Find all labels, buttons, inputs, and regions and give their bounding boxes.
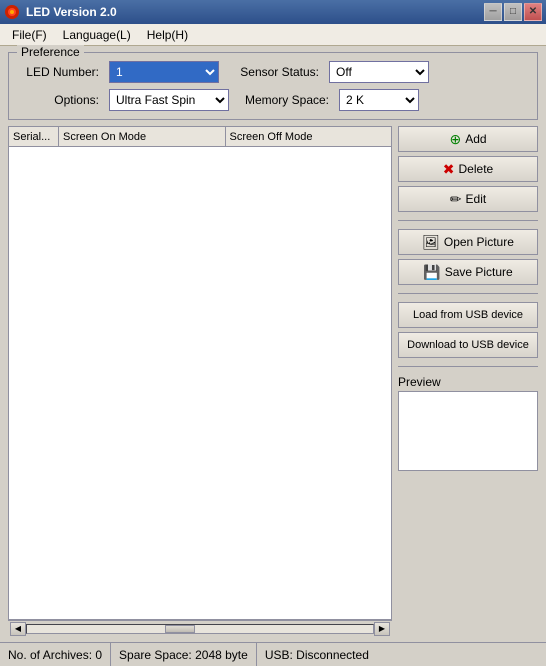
button-panel: ⊕ Add ✖ Delete ✏ Edit 🖼 Open Picture 💾 S… bbox=[398, 126, 538, 636]
scroll-left-btn[interactable]: ◀ bbox=[10, 622, 26, 636]
col-screen-on-header: Screen On Mode bbox=[59, 127, 226, 146]
main-content: Preference LED Number: 1 2 3 Sensor Stat… bbox=[0, 46, 546, 642]
preview-label: Preview bbox=[398, 375, 538, 389]
memory-space-label: Memory Space: bbox=[239, 93, 329, 107]
title-text: LED Version 2.0 bbox=[26, 5, 117, 19]
edit-button[interactable]: ✏ Edit bbox=[398, 186, 538, 212]
separator-2 bbox=[398, 293, 538, 294]
open-picture-icon: 🖼 bbox=[422, 234, 440, 251]
list-panel-wrapper: Serial... Screen On Mode Screen Off Mode… bbox=[8, 126, 392, 636]
menu-file[interactable]: File(F) bbox=[4, 26, 55, 44]
edit-icon: ✏ bbox=[450, 191, 462, 208]
pref-row-1: LED Number: 1 2 3 Sensor Status: Off On bbox=[19, 61, 527, 83]
preference-label: Preference bbox=[17, 45, 84, 59]
add-button[interactable]: ⊕ Add bbox=[398, 126, 538, 152]
led-number-label: LED Number: bbox=[19, 65, 99, 79]
memory-space-select[interactable]: 2 K 4 K 8 K bbox=[339, 89, 419, 111]
title-controls: ─ □ ✕ bbox=[484, 3, 542, 21]
delete-button[interactable]: ✖ Delete bbox=[398, 156, 538, 182]
col-serial-header: Serial... bbox=[9, 127, 59, 146]
open-picture-button[interactable]: 🖼 Open Picture bbox=[398, 229, 538, 255]
close-button[interactable]: ✕ bbox=[524, 3, 542, 21]
status-spare-space: Spare Space: 2048 byte bbox=[111, 643, 257, 666]
download-usb-button[interactable]: Download to USB device bbox=[398, 332, 538, 358]
save-picture-icon: 💾 bbox=[423, 264, 440, 281]
list-scrollbar[interactable]: ◀ ▶ bbox=[8, 620, 392, 636]
menu-help[interactable]: Help(H) bbox=[139, 26, 196, 44]
app-icon bbox=[4, 4, 20, 20]
load-usb-button[interactable]: Load from USB device bbox=[398, 302, 538, 328]
status-bar: No. of Archives: 0 Spare Space: 2048 byt… bbox=[0, 642, 546, 666]
minimize-button[interactable]: ─ bbox=[484, 3, 502, 21]
scroll-right-btn[interactable]: ▶ bbox=[374, 622, 390, 636]
col-screen-off-header: Screen Off Mode bbox=[226, 127, 392, 146]
status-archives: No. of Archives: 0 bbox=[0, 643, 111, 666]
preview-section: Preview bbox=[398, 375, 538, 471]
list-header: Serial... Screen On Mode Screen Off Mode bbox=[9, 127, 391, 147]
preference-group: Preference LED Number: 1 2 3 Sensor Stat… bbox=[8, 52, 538, 120]
save-picture-button[interactable]: 💾 Save Picture bbox=[398, 259, 538, 285]
add-icon: ⊕ bbox=[449, 131, 461, 148]
preview-box bbox=[398, 391, 538, 471]
middle-area: Serial... Screen On Mode Screen Off Mode… bbox=[8, 126, 538, 636]
title-bar: LED Version 2.0 ─ □ ✕ bbox=[0, 0, 546, 24]
separator-3 bbox=[398, 366, 538, 367]
sensor-status-label: Sensor Status: bbox=[229, 65, 319, 79]
scrollbar-thumb[interactable] bbox=[165, 625, 195, 633]
options-select[interactable]: Ultra Fast Spin Fast Spin Normal Spin Sl… bbox=[109, 89, 229, 111]
menu-bar: File(F) Language(L) Help(H) bbox=[0, 24, 546, 46]
list-panel: Serial... Screen On Mode Screen Off Mode bbox=[8, 126, 392, 620]
status-usb: USB: Disconnected bbox=[257, 643, 546, 666]
options-label: Options: bbox=[19, 93, 99, 107]
separator-1 bbox=[398, 220, 538, 221]
scrollbar-track[interactable] bbox=[26, 624, 374, 634]
maximize-button[interactable]: □ bbox=[504, 3, 522, 21]
delete-icon: ✖ bbox=[443, 161, 455, 178]
pref-row-2: Options: Ultra Fast Spin Fast Spin Norma… bbox=[19, 89, 527, 111]
led-number-select[interactable]: 1 2 3 bbox=[109, 61, 219, 83]
list-body[interactable] bbox=[9, 147, 391, 619]
menu-language[interactable]: Language(L) bbox=[55, 26, 139, 44]
sensor-status-select[interactable]: Off On bbox=[329, 61, 429, 83]
